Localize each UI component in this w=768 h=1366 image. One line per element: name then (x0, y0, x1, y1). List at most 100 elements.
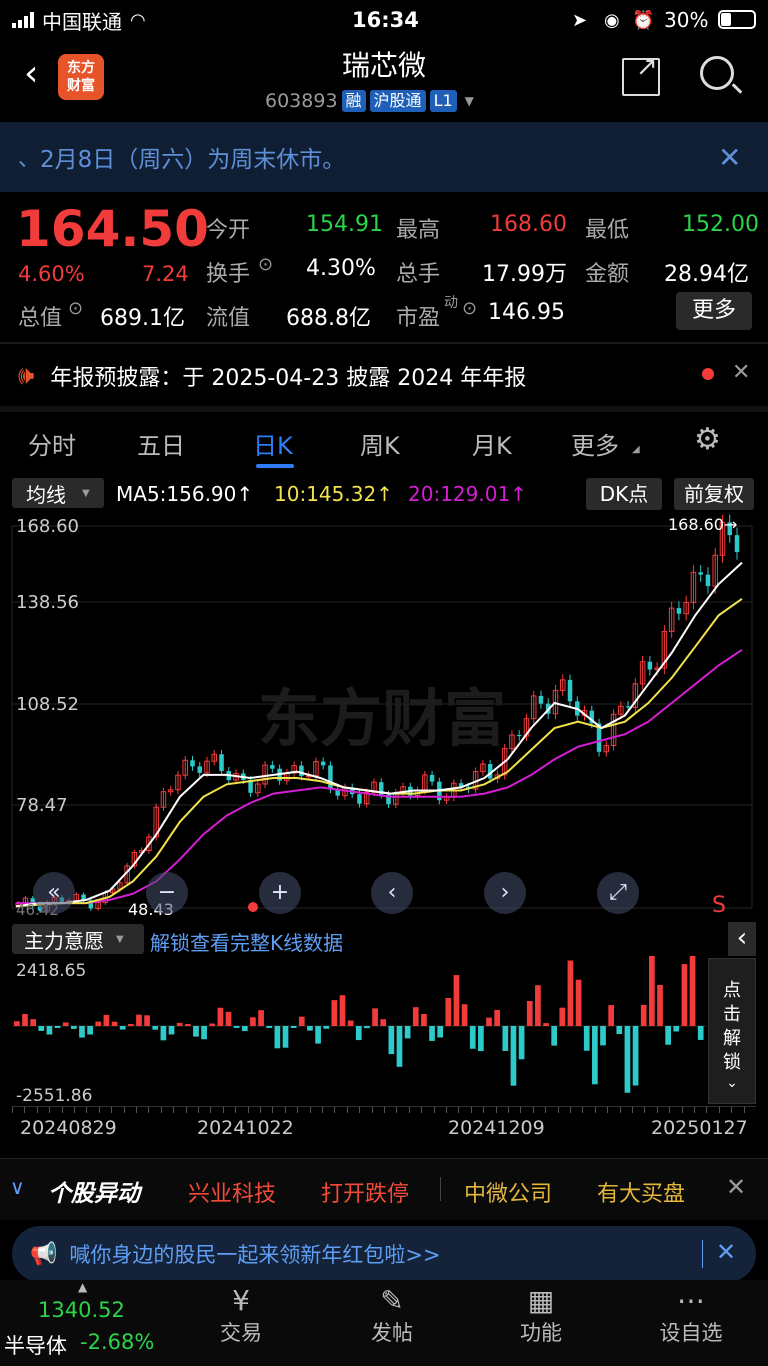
side-unlock-char: 击 (723, 1004, 741, 1025)
battery-percent: 30% (664, 8, 709, 32)
nav-trade[interactable]: ¥ 交易 (181, 1284, 301, 1347)
zoom-in-icon[interactable]: + (259, 872, 301, 914)
indicator-bar (551, 1026, 558, 1046)
close-icon[interactable]: ✕ (718, 141, 741, 174)
chevron-down-icon[interactable]: ∨ (10, 1175, 25, 1199)
ticker-item[interactable]: 中微公司 (464, 1176, 552, 1208)
megaphone-icon: 📢 (30, 1241, 58, 1267)
close-icon[interactable]: ✕ (716, 1238, 736, 1266)
candle-body (705, 574, 711, 587)
amount-value: 28.94亿 (664, 262, 749, 287)
date-tick (61, 1107, 63, 1113)
indicator-bar (233, 1026, 240, 1028)
triangle-up-icon: ▲ (78, 1280, 88, 1294)
date-tick-marks (12, 1107, 756, 1113)
indicator-bar (600, 1026, 606, 1046)
indicator-bar (339, 995, 346, 1026)
info-icon[interactable]: ⊙ (68, 298, 83, 319)
tab-weekly-k[interactable]: 周K (360, 426, 400, 461)
date-tick (198, 1107, 199, 1113)
date-tick (260, 1107, 261, 1113)
chevron-right-icon[interactable]: › (484, 872, 526, 914)
high-value: 168.60 (490, 212, 567, 237)
kline-chart[interactable]: 东方财富 168.60 138.56 108.52 78.47 168.60→ … (0, 512, 768, 922)
date-tick (607, 1107, 609, 1113)
close-icon[interactable]: ✕ (726, 1173, 746, 1201)
side-unlock-button[interactable]: 点 击 解 锁 ⌄ (708, 958, 756, 1104)
ticker-item[interactable]: 兴业科技 (188, 1176, 276, 1208)
zoom-out-icon[interactable]: − (146, 872, 188, 914)
notice-dot: 、 (18, 147, 41, 172)
divider (702, 1240, 703, 1268)
indicator-bar (616, 1026, 623, 1035)
stock-code: 603893 (265, 90, 338, 112)
candle-body (698, 572, 703, 575)
divider (440, 1177, 441, 1201)
nav-label: 交易 (220, 1321, 262, 1345)
rewind-icon[interactable]: « (33, 872, 75, 914)
more-button[interactable]: 更多 (676, 292, 752, 330)
indicator-bar (266, 1026, 273, 1028)
wifi-icon: ◠ (130, 9, 146, 31)
date-tick (483, 1107, 485, 1113)
nav-functions[interactable]: ▦ 功能 (481, 1284, 601, 1347)
adjust-button[interactable]: 前复权 (674, 478, 754, 510)
info-icon[interactable]: ⊙ (462, 298, 477, 319)
y-tick-label: 168.60 (16, 516, 79, 537)
tab-daily-k[interactable]: 日K (253, 426, 293, 461)
indicator-select[interactable]: 主力意愿 ▼ (12, 924, 144, 954)
indicator-bar (453, 975, 460, 1026)
dk-point-button[interactable]: DK点 (586, 478, 662, 510)
indicator-bar (250, 1017, 256, 1026)
ticker-item[interactable]: 打开跌停 (321, 1176, 409, 1208)
index-change[interactable]: -2.68% (80, 1330, 154, 1354)
ticker-item[interactable]: 有大买盘 (597, 1176, 685, 1208)
indicator-chart[interactable]: 2418.65 -2551.86 (0, 956, 768, 1108)
date-tick (656, 1107, 658, 1113)
indicator-bar (307, 1026, 313, 1031)
nav-watchlist[interactable]: ⋯ 设自选 (631, 1284, 751, 1347)
indicator-bar (70, 1026, 77, 1029)
y-tick-label: 108.52 (16, 694, 79, 715)
tab-intraday[interactable]: 分时 (28, 426, 76, 461)
indicator-bottom-value: -2551.86 (16, 1086, 92, 1106)
candle-body (625, 706, 631, 708)
candle-body (734, 535, 740, 553)
indicator-bar (46, 1026, 53, 1035)
nav-post[interactable]: ✎ 发帖 (332, 1284, 452, 1347)
close-icon[interactable]: ✕ (732, 360, 750, 385)
ma5-value: MA5:156.90↑ (116, 482, 254, 506)
date-tick (396, 1107, 398, 1113)
info-icon[interactable]: ⊙ (258, 254, 273, 275)
side-unlock-char: 解 (723, 1028, 741, 1049)
gear-icon[interactable]: ⚙ (694, 422, 721, 457)
dropdown-icon[interactable]: ▼ (465, 94, 474, 108)
candle-body (270, 765, 275, 769)
chevron-left-icon[interactable]: ‹ (371, 872, 413, 914)
date-tick-label: 20241209 (448, 1117, 545, 1139)
date-tick (36, 1107, 38, 1113)
indicator-bar (193, 1026, 199, 1037)
share-icon[interactable]: ↗ (622, 52, 660, 96)
search-icon[interactable] (700, 56, 743, 94)
promo-banner[interactable]: 📢 喊你身边的股民一起来领新年红包啦>> ✕ (12, 1226, 756, 1282)
indicator-bar (168, 1026, 175, 1035)
index-name[interactable]: 半导体 (4, 1330, 67, 1360)
tab-more[interactable]: 更多 (571, 426, 619, 461)
unlock-link[interactable]: 解锁查看完整K线数据 (150, 927, 343, 956)
ma-select[interactable]: 均线 ▼ (12, 478, 104, 508)
last-price: 164.50 (16, 200, 209, 258)
indicator-bar (543, 1023, 549, 1026)
index-value[interactable]: 1340.52 (38, 1298, 125, 1322)
date-tick (384, 1107, 385, 1113)
announcement-bar[interactable]: 🕪 年报预披露：于 2025-04-23 披露 2024 年年报 ✕ (0, 346, 768, 406)
yen-icon: ¥ (232, 1284, 250, 1317)
chevron-left-icon[interactable]: ‹ (728, 922, 756, 956)
fullscreen-icon[interactable]: ⤢ (597, 872, 639, 914)
tab-five-day[interactable]: 五日 (137, 426, 185, 461)
date-tick (718, 1107, 720, 1113)
indicator-bar (592, 1026, 598, 1085)
ma-bar: 均线 ▼ MA5:156.90↑ 10:145.32↑ 20:129.01↑ D… (0, 476, 768, 512)
tab-monthly-k[interactable]: 月K (472, 426, 512, 461)
date-tick (322, 1107, 323, 1113)
